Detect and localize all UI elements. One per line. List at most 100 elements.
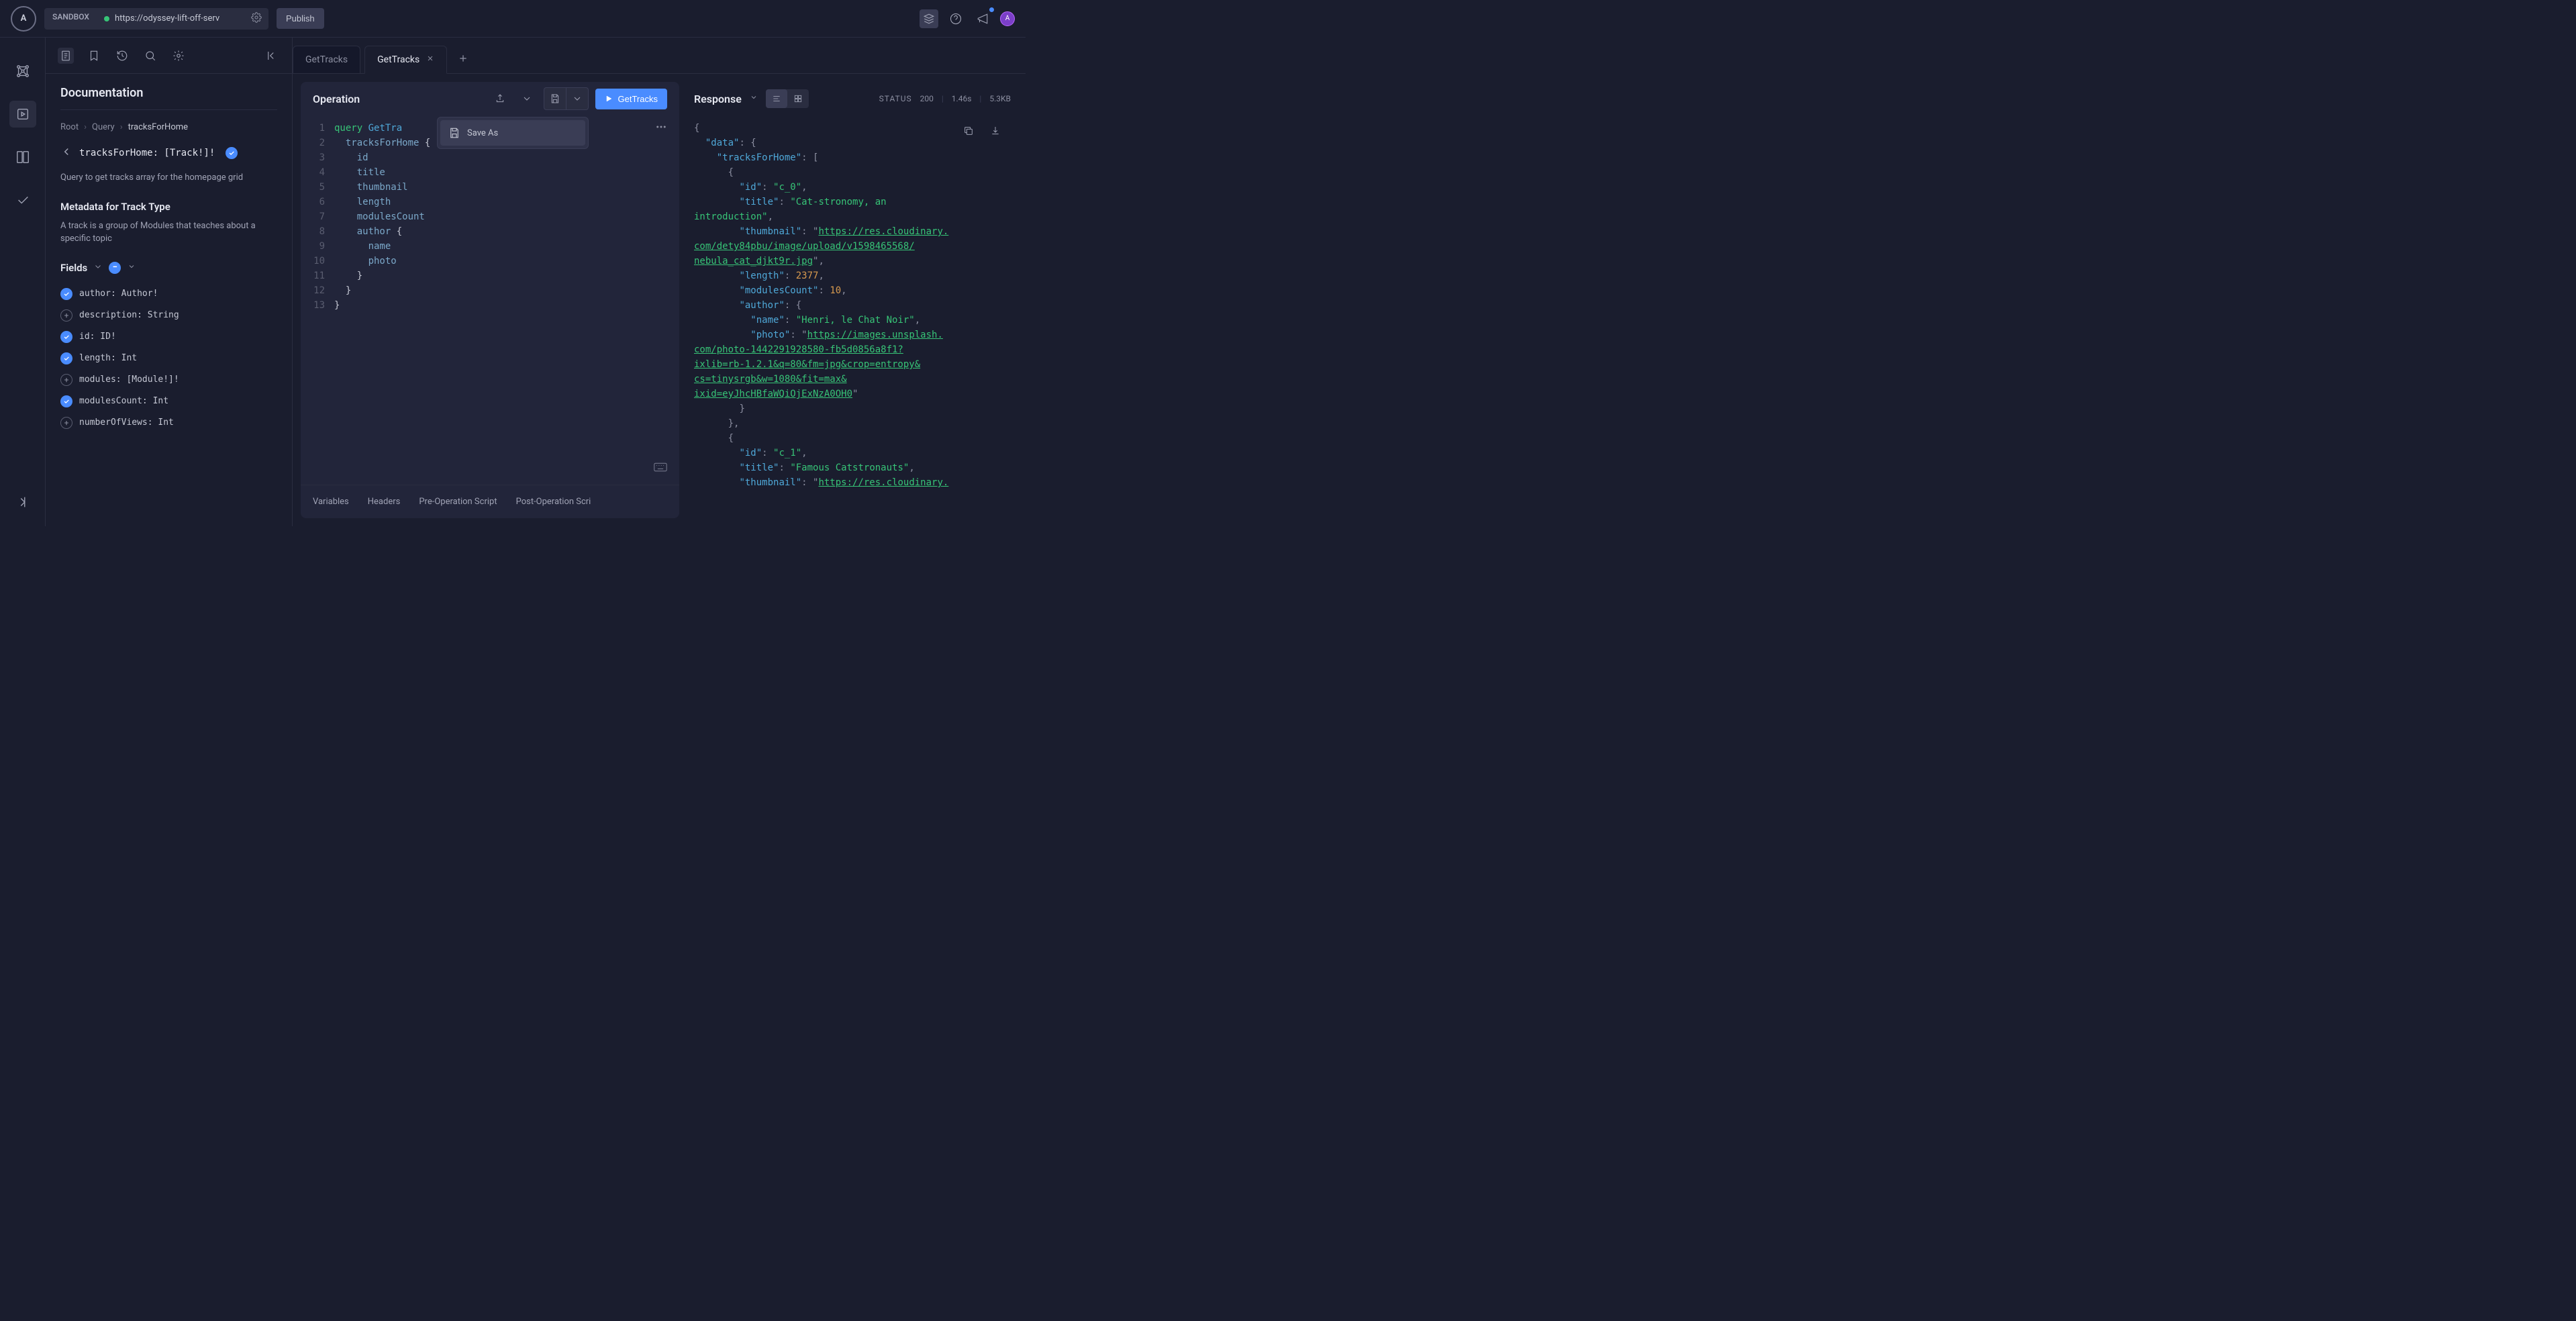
doc-search-icon[interactable]: [142, 48, 158, 64]
breadcrumb: Root › Query › tracksForHome: [60, 122, 277, 132]
type-signature: tracksForHome: [Track!]!: [79, 148, 215, 158]
breadcrumb-current: tracksForHome: [128, 122, 188, 132]
rail-diff-icon[interactable]: [9, 144, 36, 170]
operation-bottom-tabs: Variables Headers Pre-Operation Script P…: [301, 485, 679, 518]
table-view-button[interactable]: [787, 89, 809, 108]
tabs-row: GetTracks GetTracks: [293, 38, 1026, 74]
headers-tab[interactable]: Headers: [368, 497, 401, 507]
field-check-on[interactable]: [60, 288, 72, 300]
field-signature: numberOfViews: Int: [79, 418, 174, 428]
status-code: 200: [920, 94, 934, 103]
breadcrumb-item[interactable]: Query: [92, 122, 115, 132]
field-row[interactable]: modulesCount: Int: [60, 391, 277, 412]
rail-schema-icon[interactable]: [9, 58, 36, 85]
doc-history-icon[interactable]: [114, 48, 130, 64]
response-title: Response: [694, 93, 742, 105]
keyboard-icon[interactable]: [654, 462, 667, 477]
response-chevron-icon[interactable]: [750, 93, 758, 104]
pre-script-tab[interactable]: Pre-Operation Script: [419, 497, 497, 507]
field-check-on[interactable]: [60, 331, 72, 343]
doc-collapse-icon[interactable]: [264, 48, 280, 64]
save-button[interactable]: [544, 88, 566, 109]
endpoint-url: https://odyssey-lift-off-serv: [115, 13, 246, 23]
close-tab-icon[interactable]: [426, 54, 434, 65]
field-add-button[interactable]: +: [60, 309, 72, 322]
field-description: Query to get tracks array for the homepa…: [60, 171, 277, 185]
copy-response-icon[interactable]: [958, 121, 979, 141]
field-add-button[interactable]: +: [60, 374, 72, 386]
field-check-on[interactable]: [60, 352, 72, 364]
breadcrumb-item[interactable]: Root: [60, 122, 79, 132]
help-icon[interactable]: [946, 9, 965, 28]
selected-check-icon[interactable]: [226, 147, 238, 159]
top-bar: A SANDBOX https://odyssey-lift-off-serv …: [0, 0, 1026, 38]
url-bar[interactable]: https://odyssey-lift-off-serv: [97, 8, 268, 30]
response-body[interactable]: { "data": { "tracksForHome": [ { "id": "…: [687, 115, 1018, 518]
response-panel: Response STATUS 200 | 1.46s | 5.3KB: [687, 82, 1018, 518]
field-signature: author: Author!: [79, 289, 158, 299]
run-operation-button[interactable]: GetTracks: [595, 89, 667, 109]
rail-checks-icon[interactable]: [9, 187, 36, 213]
doc-title: Documentation: [60, 86, 277, 110]
editor-area: GetTracks GetTracks Operation: [293, 38, 1026, 526]
fields-list: author: Author! + description: String id: I…: [60, 283, 277, 434]
operation-editor[interactable]: 12345678910111213 query GetTra tracksFor…: [301, 115, 679, 485]
connection-status-dot: [104, 16, 109, 21]
variables-tab[interactable]: Variables: [313, 497, 349, 507]
save-button-group: [544, 87, 589, 110]
download-response-icon[interactable]: [985, 121, 1005, 141]
metadata-description: A track is a group of Modules that teach…: [60, 219, 277, 246]
sort-arrow-icon[interactable]: [94, 262, 102, 273]
back-arrow-icon[interactable]: [60, 146, 72, 160]
rail-explorer-icon[interactable]: [9, 101, 36, 128]
field-signature: id: ID!: [79, 332, 116, 342]
doc-toolbar: [46, 38, 292, 74]
share-chevron-icon[interactable]: [517, 89, 537, 109]
gear-icon[interactable]: [251, 12, 262, 26]
operation-tab[interactable]: GetTracks: [293, 46, 360, 73]
graph-icon[interactable]: [920, 9, 938, 28]
add-tab-button[interactable]: [451, 46, 475, 73]
code-content[interactable]: query GetTra tracksForHome { id title th…: [334, 121, 679, 479]
status-label: STATUS: [879, 94, 912, 103]
field-row[interactable]: length: Int: [60, 348, 277, 369]
sandbox-badge: SANDBOX: [44, 8, 97, 30]
operation-title: Operation: [313, 93, 360, 105]
field-row[interactable]: author: Author!: [60, 283, 277, 305]
fields-label: Fields: [60, 262, 87, 274]
metadata-heading: Metadata for Track Type: [60, 201, 277, 213]
save-as-item[interactable]: Save As: [440, 120, 585, 146]
apollo-logo[interactable]: A: [11, 6, 36, 32]
field-signature: modules: [Module!]!: [79, 375, 179, 385]
field-row[interactable]: + numberOfViews: Int: [60, 412, 277, 434]
remove-all-fields-button[interactable]: −: [109, 262, 121, 274]
response-time: 1.46s: [952, 94, 972, 103]
field-add-button[interactable]: +: [60, 417, 72, 429]
fields-chevron-icon[interactable]: [128, 262, 136, 273]
response-json: { "data": { "tracksForHome": [ { "id": "…: [694, 121, 1011, 490]
avatar[interactable]: A: [1000, 11, 1015, 26]
doc-bookmark-icon[interactable]: [86, 48, 102, 64]
operation-tab[interactable]: GetTracks: [364, 46, 447, 74]
response-size: 5.3KB: [989, 94, 1011, 103]
field-check-on[interactable]: [60, 395, 72, 407]
post-script-tab[interactable]: Post-Operation Scri: [516, 497, 591, 507]
announcements-icon[interactable]: [973, 9, 992, 28]
save-dropdown-menu: Save As: [437, 117, 589, 149]
line-gutter: 12345678910111213: [301, 121, 334, 479]
field-signature: modulesCount: Int: [79, 396, 168, 406]
json-view-button[interactable]: [766, 89, 787, 108]
fields-header: Fields −: [60, 262, 277, 274]
field-row[interactable]: id: ID!: [60, 326, 277, 348]
publish-button[interactable]: Publish: [277, 8, 324, 29]
doc-settings-icon[interactable]: [170, 48, 187, 64]
save-dropdown-button[interactable]: [566, 88, 588, 109]
more-options-icon[interactable]: [655, 121, 667, 138]
share-icon[interactable]: [490, 89, 510, 109]
rail-expand-icon[interactable]: [9, 489, 36, 516]
doc-docs-icon[interactable]: [58, 48, 74, 64]
field-signature: description: String: [79, 310, 179, 320]
field-row[interactable]: + description: String: [60, 305, 277, 326]
field-signature: length: Int: [79, 353, 137, 363]
field-row[interactable]: + modules: [Module!]!: [60, 369, 277, 391]
